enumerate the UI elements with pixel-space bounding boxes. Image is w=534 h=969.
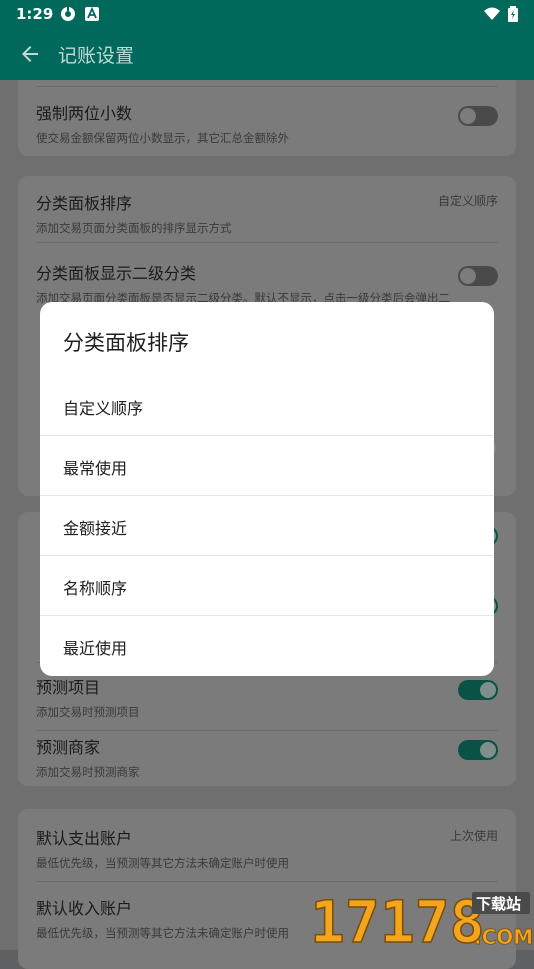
dialog-option-amount-close[interactable]: 金额接近: [40, 496, 494, 556]
option-label: 最常使用: [63, 459, 128, 478]
sync-icon: [61, 6, 75, 21]
option-label: 自定义顺序: [63, 399, 144, 418]
setting-show-subcategory[interactable]: 分类面板显示二级分类 添加交易页面分类面板是否显示二级分类。默认不显示，点击一级…: [36, 260, 498, 306]
toggle-switch[interactable]: [458, 106, 498, 126]
setting-category-sort[interactable]: 分类面板排序 添加交易页面分类面板的排序显示方式 自定义顺序: [36, 190, 498, 236]
toggle-switch[interactable]: [458, 740, 498, 760]
wifi-icon: [484, 7, 500, 20]
option-label: 金额接近: [63, 519, 128, 538]
toggle-switch[interactable]: [458, 266, 498, 286]
option-label: 名称顺序: [63, 579, 128, 598]
dialog-option-custom-order[interactable]: 自定义顺序: [40, 376, 494, 436]
battery-icon: [508, 6, 518, 22]
setting-subtitle: 添加交易时预测项目: [36, 705, 140, 719]
setting-title: 强制两位小数: [36, 104, 133, 123]
setting-subtitle: 使交易金额保留两位小数显示，其它汇总金额除外: [36, 131, 289, 145]
page-title: 记账设置: [58, 45, 135, 67]
settings-card: 强制两位小数 使交易金额保留两位小数显示，其它汇总金额除外: [18, 80, 516, 156]
watermark-number: 17178: [310, 888, 485, 950]
setting-title: 默认支出账户: [36, 829, 133, 848]
watermark-badge: 下载站: [476, 895, 521, 913]
setting-force-two-decimals[interactable]: 强制两位小数 使交易金额保留两位小数显示，其它汇总金额除外: [36, 100, 498, 146]
setting-subtitle: 添加交易页面分类面板的排序显示方式: [36, 221, 232, 235]
site-watermark-logo: 17178 下载站 .COM: [309, 887, 533, 950]
app-bar: 记账设置: [0, 28, 534, 80]
dialog-option-name-order[interactable]: 名称顺序: [40, 556, 494, 616]
setting-predict-merchant[interactable]: 预测商家 添加交易时预测商家: [36, 734, 498, 780]
setting-title: 预测商家: [36, 738, 101, 757]
setting-subtitle: 最低优先级，当预测等其它方法未确定账户时使用: [36, 856, 289, 870]
watermark-suffix: .COM: [474, 925, 533, 949]
status-time: 1:29: [16, 5, 54, 23]
setting-title: 分类面板排序: [36, 194, 133, 213]
setting-title: 预测项目: [36, 678, 101, 697]
setting-default-expense-account[interactable]: 默认支出账户 最低优先级，当预测等其它方法未确定账户时使用 上次使用: [36, 825, 498, 871]
status-bar: 1:29: [0, 0, 534, 28]
option-label: 最近使用: [63, 639, 128, 658]
setting-value: 自定义顺序: [437, 194, 498, 208]
dialog-title: 分类面板排序: [63, 331, 189, 355]
dialog-option-recently-used[interactable]: 最近使用: [40, 616, 494, 676]
dialog-option-most-used[interactable]: 最常使用: [40, 436, 494, 496]
sort-options-dialog: 分类面板排序 自定义顺序 最常使用 金额接近 名称顺序 最近使用: [40, 302, 494, 676]
setting-subtitle: 添加交易时预测商家: [36, 765, 140, 779]
setting-title: 分类面板显示二级分类: [36, 264, 197, 283]
back-arrow-icon[interactable]: [18, 42, 42, 66]
setting-value: 上次使用: [449, 829, 498, 843]
toggle-switch[interactable]: [458, 680, 498, 700]
setting-predict-project[interactable]: 预测项目 添加交易时预测项目: [36, 674, 498, 720]
app-notification-icon: [85, 6, 99, 21]
